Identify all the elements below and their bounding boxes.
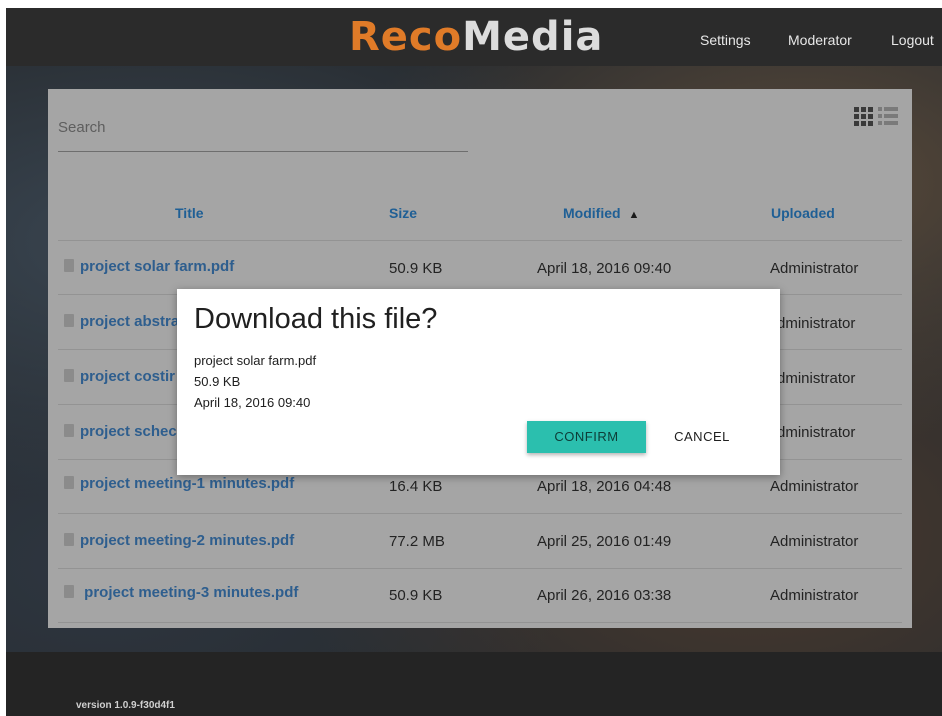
file-title: project meeting-1 minutes.pdf [80, 475, 295, 492]
search-input[interactable]: Search [58, 113, 468, 152]
file-link[interactable]: project meeting-3 minutes.pdf [64, 584, 298, 601]
file-size: 16.4 KB [389, 478, 443, 495]
file-link[interactable]: project abstra [64, 313, 179, 330]
file-title: project costir [80, 368, 176, 385]
file-link[interactable]: project meeting-2 minutes.pdf [64, 532, 294, 549]
file-modified: April 25, 2016 01:49 [537, 533, 672, 550]
dialog-title: Download this file? [194, 303, 438, 335]
column-header-size[interactable]: Size [389, 205, 417, 221]
nav-moderator-link[interactable]: Moderator [788, 8, 852, 66]
file-title: project abstra [80, 313, 180, 330]
dialog-file-size: 50.9 KB [194, 374, 241, 389]
file-title: project meeting-2 minutes.pdf [80, 532, 295, 549]
file-title: project schec [80, 423, 177, 440]
column-header-modified[interactable]: Modified ▲ [563, 205, 639, 221]
version-label: version 1.0.9-f30d4f1 [76, 700, 175, 711]
file-link[interactable]: project solar farm.pdf [64, 258, 234, 275]
file-link[interactable]: project schec [64, 423, 177, 440]
file-title: project meeting-3 minutes.pdf [84, 584, 299, 601]
file-uploader: dministrator [777, 424, 856, 441]
dialog-file-modified: April 18, 2016 09:40 [194, 395, 311, 410]
file-icon [64, 259, 74, 272]
file-icon [64, 314, 74, 327]
row-divider [58, 240, 902, 241]
column-header-title[interactable]: Title [175, 205, 204, 221]
row-divider [58, 568, 902, 569]
file-size: 50.9 KB [389, 260, 443, 277]
list-view-icon[interactable] [878, 107, 898, 127]
file-size: 77.2 MB [389, 533, 445, 550]
logo-media: Media [462, 14, 604, 60]
column-header-uploaded[interactable]: Uploaded [771, 205, 835, 221]
file-icon [64, 424, 74, 437]
nav-settings-link[interactable]: Settings [700, 8, 751, 66]
confirm-button[interactable]: CONFIRM [527, 421, 646, 453]
file-title: project solar farm.pdf [80, 258, 235, 275]
file-uploader: Administrator [770, 478, 859, 495]
file-link[interactable]: project costir [64, 368, 175, 385]
file-uploader: Administrator [770, 260, 859, 277]
file-icon [64, 533, 74, 546]
nav-logout-link[interactable]: Logout [891, 8, 934, 66]
search-label: Search [58, 119, 106, 136]
logo[interactable]: RecoMedia [349, 12, 603, 62]
sort-ascending-icon: ▲ [628, 209, 640, 221]
column-header-modified-label: Modified [563, 205, 621, 221]
file-uploader: dministrator [777, 370, 856, 387]
view-toggle [854, 107, 902, 127]
row-divider [58, 622, 902, 623]
file-icon [64, 585, 74, 598]
file-icon [64, 369, 74, 382]
row-divider [58, 513, 902, 514]
file-modified: April 26, 2016 03:38 [537, 587, 672, 604]
grid-view-icon[interactable] [854, 107, 874, 127]
file-uploader: Administrator [770, 533, 859, 550]
app-window: RecoMedia Settings Moderator Logout Sear… [6, 8, 942, 716]
download-dialog: Download this file? project solar farm.p… [177, 289, 780, 475]
top-bar: RecoMedia Settings Moderator Logout [6, 8, 942, 66]
file-uploader: dministrator [777, 315, 856, 332]
file-modified: April 18, 2016 09:40 [537, 260, 672, 277]
dialog-file-name: project solar farm.pdf [194, 353, 317, 368]
file-link[interactable]: project meeting-1 minutes.pdf [64, 475, 294, 492]
logo-reco: Reco [349, 14, 463, 60]
cancel-button[interactable]: CANCEL [662, 421, 742, 453]
file-icon [64, 476, 74, 489]
file-uploader: Administrator [770, 587, 859, 604]
file-size: 50.9 KB [389, 587, 443, 604]
file-modified: April 18, 2016 04:48 [537, 478, 672, 495]
